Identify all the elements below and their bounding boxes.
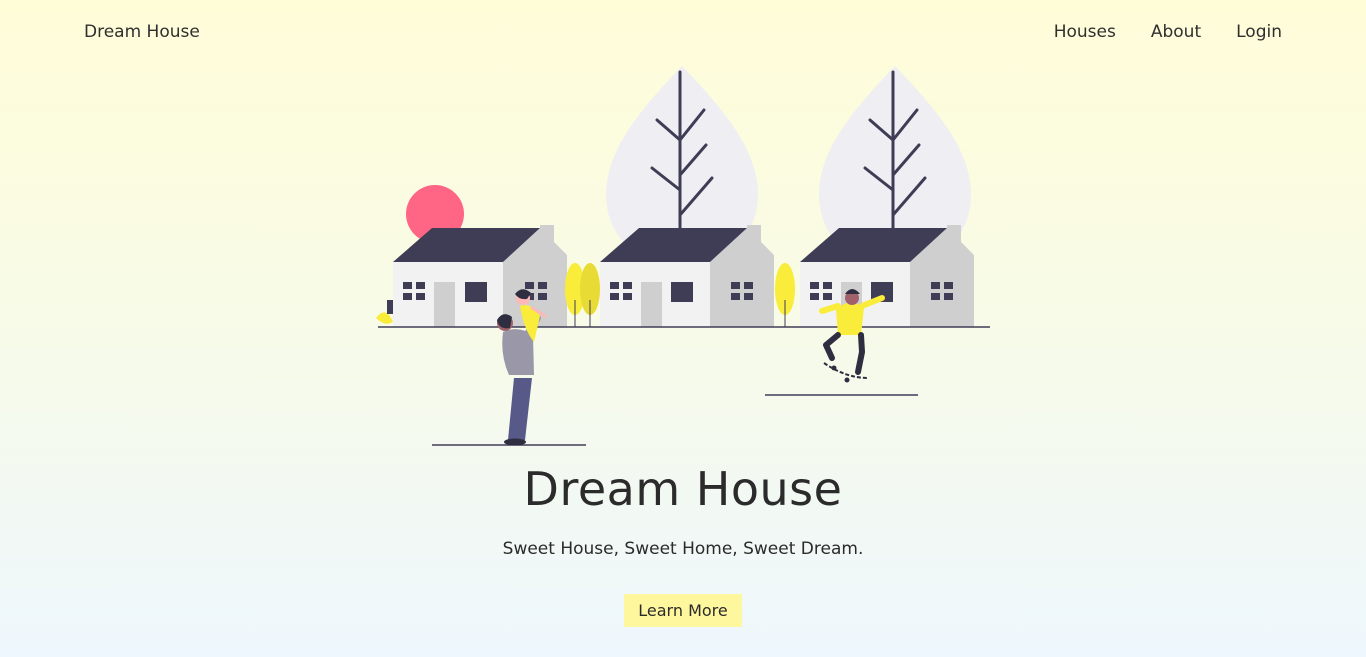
ground-lines [378, 326, 990, 446]
nav-links: Houses About Login [1054, 22, 1282, 42]
nav-link-about[interactable]: About [1151, 22, 1201, 42]
nav-link-houses[interactable]: Houses [1054, 22, 1116, 42]
hero-illustration [376, 66, 990, 446]
brand-link[interactable]: Dream House [84, 22, 200, 42]
house-1 [393, 225, 567, 327]
navbar: Dream House Houses About Login [0, 0, 1366, 66]
hero-subtitle: Sweet House, Sweet Home, Sweet Dream. [502, 539, 864, 559]
nav-link-login[interactable]: Login [1236, 22, 1282, 42]
hero-title: Dream House [523, 462, 843, 516]
learn-more-button[interactable]: Learn More [624, 594, 742, 627]
house-2 [600, 225, 774, 327]
